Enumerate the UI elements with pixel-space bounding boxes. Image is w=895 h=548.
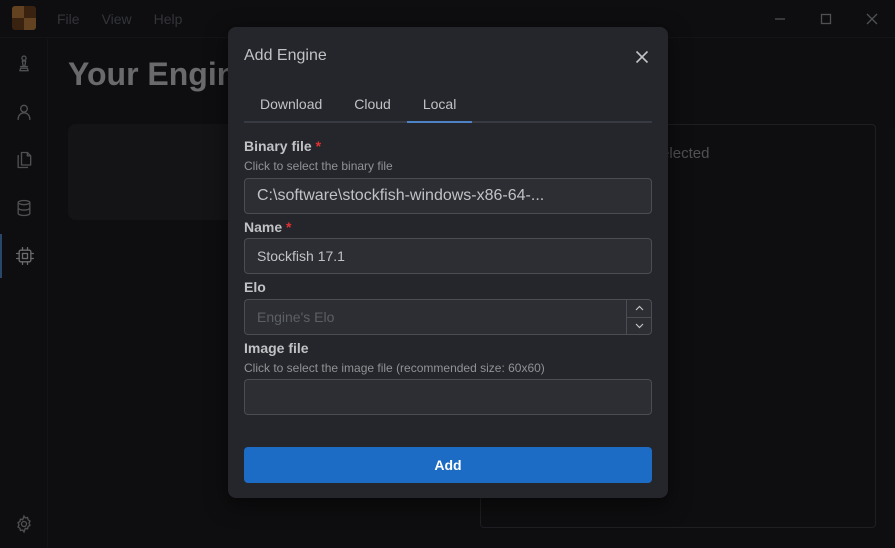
source-tabs: Download Cloud Local	[244, 87, 652, 123]
name-label-text: Name	[244, 219, 283, 235]
binary-file-value: C:\software\stockfish-windows-x86-64-...	[257, 187, 545, 204]
tab-cloud[interactable]: Cloud	[338, 87, 407, 123]
tab-local[interactable]: Local	[406, 87, 473, 123]
binary-file-label: Binary file *	[244, 138, 321, 154]
add-engine-button[interactable]: Add	[244, 447, 652, 483]
elo-stepper	[626, 300, 651, 334]
elo-increment-button[interactable]	[627, 300, 651, 317]
close-icon	[635, 50, 649, 64]
tab-download[interactable]: Download	[244, 87, 338, 123]
modal-title: Add Engine	[244, 47, 327, 64]
elo-decrement-button[interactable]	[627, 316, 651, 335]
binary-file-description: Click to select the binary file	[244, 159, 393, 173]
binary-file-label-text: Binary file	[244, 138, 312, 154]
chevron-up-icon	[635, 305, 643, 311]
binary-file-input[interactable]: C:\software\stockfish-windows-x86-64-...	[244, 178, 652, 214]
modal-close-button[interactable]	[632, 47, 652, 67]
image-file-label: Image file	[244, 340, 309, 356]
required-mark: *	[315, 138, 322, 154]
name-input[interactable]: Stockfish 17.1	[244, 238, 652, 274]
image-file-input[interactable]	[244, 379, 652, 415]
elo-placeholder: Engine's Elo	[257, 309, 335, 325]
elo-label: Elo	[244, 279, 266, 295]
name-label: Name *	[244, 219, 291, 235]
add-engine-modal: Add Engine Download Cloud Local Binary f…	[228, 27, 668, 498]
name-value: Stockfish 17.1	[257, 248, 345, 264]
elo-input[interactable]: Engine's Elo	[244, 299, 652, 335]
required-mark: *	[286, 219, 292, 235]
image-file-description: Click to select the image file (recommen…	[244, 361, 545, 375]
chevron-down-icon	[635, 323, 643, 329]
